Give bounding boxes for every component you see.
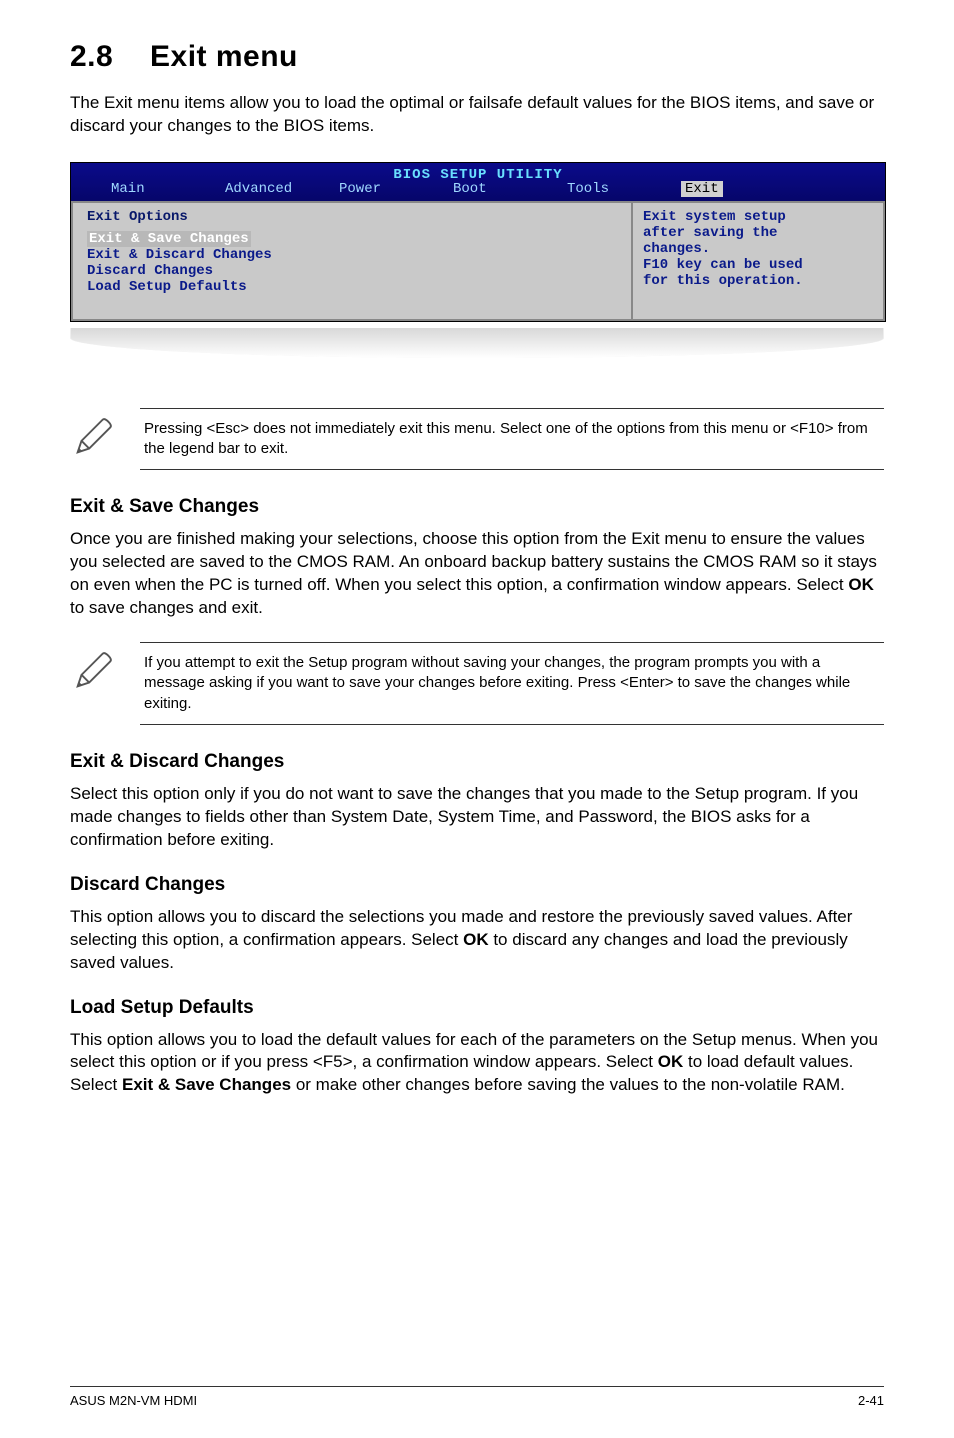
bios-item-exit-save: Exit & Save Changes	[87, 231, 617, 247]
bios-tabs: Main Advanced Power Boot Tools Exit	[71, 181, 885, 199]
heading-load-defaults: Load Setup Defaults	[70, 997, 884, 1019]
bios-screenshot: BIOS SETUP UTILITY Main Advanced Power B…	[70, 162, 886, 322]
footer-right: 2-41	[858, 1393, 884, 1408]
bios-left-heading: Exit Options	[87, 209, 617, 225]
bios-tab-exit: Exit	[681, 181, 723, 197]
heading-discard: Discard Changes	[70, 874, 884, 896]
note-enter-text: If you attempt to exit the Setup program…	[140, 642, 884, 725]
ok-bold: OK	[658, 1052, 684, 1071]
ok-bold: OK	[463, 930, 489, 949]
bios-tab-boot: Boot	[453, 181, 567, 197]
bios-item-discard: Discard Changes	[87, 263, 617, 279]
section-title-text: Exit menu	[150, 40, 298, 73]
bios-header: BIOS SETUP UTILITY Main Advanced Power B…	[71, 163, 885, 201]
section-heading: 2.8Exit menu	[70, 40, 884, 74]
pencil-icon	[70, 408, 116, 465]
ok-bold: OK	[848, 575, 874, 594]
bios-tab-advanced: Advanced	[225, 181, 339, 197]
bios-left-pane: Exit Options Exit & Save Changes Exit & …	[71, 201, 632, 321]
footer-left: ASUS M2N-VM HDMI	[70, 1393, 197, 1408]
bios-item-exit-discard: Exit & Discard Changes	[87, 247, 617, 263]
bios-tab-power: Power	[339, 181, 453, 197]
bios-body: Exit Options Exit & Save Changes Exit & …	[71, 201, 885, 321]
bios-help-line: for this operation.	[643, 273, 873, 289]
bios-item-load-defaults: Load Setup Defaults	[87, 279, 617, 295]
body-exit-discard: Select this option only if you do not wa…	[70, 783, 884, 852]
body-discard: This option allows you to discard the se…	[70, 906, 884, 975]
bios-help-line: F10 key can be used	[643, 257, 873, 273]
text: to save changes and exit.	[70, 598, 263, 617]
bios-right-pane: Exit system setup after saving the chang…	[632, 201, 885, 321]
bios-help-line: after saving the	[643, 225, 873, 241]
body-load-defaults: This option allows you to load the defau…	[70, 1029, 884, 1098]
intro-paragraph: The Exit menu items allow you to load th…	[70, 92, 884, 138]
bios-tab-tools: Tools	[567, 181, 681, 197]
bios-shadow	[70, 328, 884, 358]
heading-exit-save: Exit & Save Changes	[70, 496, 884, 518]
page-footer: ASUS M2N-VM HDMI 2-41	[70, 1386, 884, 1408]
text: Once you are finished making your select…	[70, 529, 877, 594]
note-enter: If you attempt to exit the Setup program…	[70, 642, 884, 725]
section-number: 2.8	[70, 40, 150, 74]
note-esc-text: Pressing <Esc> does not immediately exit…	[140, 408, 884, 471]
bios-help-line: Exit system setup	[643, 209, 873, 225]
bios-help-line: changes.	[643, 241, 873, 257]
note-esc: Pressing <Esc> does not immediately exit…	[70, 408, 884, 471]
body-exit-save: Once you are finished making your select…	[70, 528, 884, 620]
bios-tab-main: Main	[111, 181, 225, 197]
text: or make other changes before saving the …	[291, 1075, 845, 1094]
exit-save-bold: Exit & Save Changes	[122, 1075, 291, 1094]
pencil-icon	[70, 642, 116, 699]
heading-exit-discard: Exit & Discard Changes	[70, 751, 884, 773]
